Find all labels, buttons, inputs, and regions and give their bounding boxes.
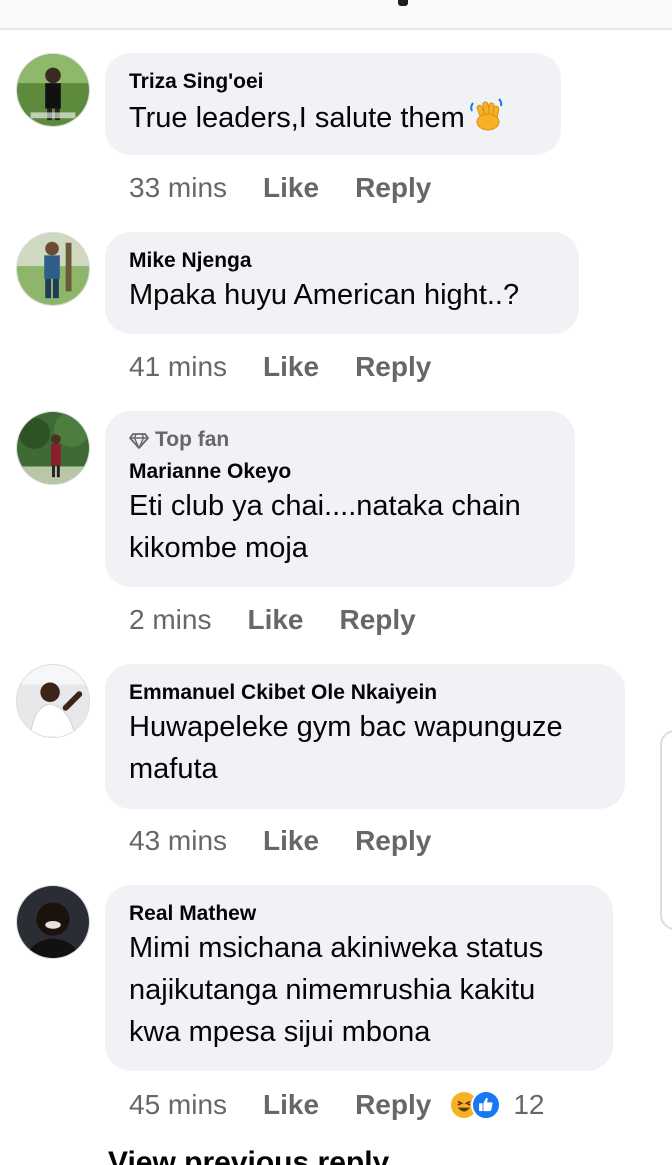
reply-button[interactable]: Reply — [355, 825, 431, 857]
avatar[interactable] — [16, 885, 90, 959]
floating-panel-edge — [660, 730, 672, 930]
reply-button[interactable]: Reply — [355, 1089, 431, 1121]
comment-bubble[interactable]: Real Mathew Mimi msichana akiniweka stat… — [105, 885, 613, 1071]
like-button[interactable]: Like — [247, 604, 303, 636]
comment-time[interactable]: 2 mins — [129, 604, 211, 636]
view-previous-reply-link[interactable]: View previous reply — [108, 1146, 389, 1165]
comment-bubble[interactable]: Triza Sing'oei True leaders,I salute the… — [105, 53, 561, 155]
comment-bubble[interactable]: Mike Njenga Mpaka huyu American hight..? — [105, 232, 579, 334]
comment-bubble[interactable]: Emmanuel Ckibet Ole Nkaiyein Huwapeleke … — [105, 664, 625, 809]
avatar[interactable] — [16, 232, 90, 306]
like-button[interactable]: Like — [263, 351, 319, 383]
comment-text-line: Eti club ya chai....nataka chain — [129, 490, 521, 522]
comment-text-body: True leaders,I salute them — [129, 102, 465, 134]
comment-text: Mpaka huyu American hight..? — [129, 279, 520, 311]
waving-hand-icon — [470, 98, 503, 131]
reply-button[interactable]: Reply — [355, 172, 431, 204]
comment-text-line: kikombe moja — [129, 532, 308, 564]
reply-button[interactable]: Reply — [340, 604, 416, 636]
avatar[interactable] — [16, 664, 90, 738]
top-header-strip — [0, 0, 672, 30]
comment-text: True leaders,I salute them — [129, 95, 537, 139]
like-button[interactable]: Like — [263, 825, 319, 857]
comment-actions: 43 mins Like Reply — [129, 821, 431, 861]
comment-author[interactable]: Mike Njenga — [129, 248, 555, 274]
like-reaction-icon — [471, 1090, 502, 1120]
top-fan-badge: Top fan — [129, 427, 551, 453]
comment-time[interactable]: 43 mins — [129, 825, 227, 857]
avatar[interactable] — [16, 411, 90, 485]
comment-actions: 41 mins Like Reply — [129, 347, 431, 387]
diamond-icon — [129, 433, 149, 449]
comment-actions: 2 mins Like Reply — [129, 600, 416, 640]
comment-author[interactable]: Triza Sing'oei — [129, 69, 537, 95]
comment-text-line: najikutanga nimemrushia kakitu — [129, 974, 536, 1006]
comment-time[interactable]: 41 mins — [129, 351, 227, 383]
like-button[interactable]: Like — [263, 1089, 319, 1121]
reply-button[interactable]: Reply — [355, 351, 431, 383]
comment-time[interactable]: 33 mins — [129, 172, 227, 204]
comment-text-line: kwa mpesa sijui mbona — [129, 1016, 431, 1048]
comment-actions: 33 mins Like Reply — [129, 168, 431, 208]
comment-author[interactable]: Real Mathew — [129, 901, 589, 927]
comment-time[interactable]: 45 mins — [129, 1089, 227, 1121]
reaction-count: 12 — [513, 1089, 545, 1120]
comment-actions: 45 mins Like Reply 12 — [129, 1085, 544, 1125]
like-button[interactable]: Like — [263, 172, 319, 204]
comment-text-line: Huwapeleke gym bac wapunguze — [129, 711, 563, 743]
comment-author[interactable]: Marianne Okeyo — [129, 459, 551, 485]
comment-bubble[interactable]: Top fan Marianne Okeyo Eti club ya chai.… — [105, 411, 575, 587]
comment-text-line: mafuta — [129, 753, 218, 785]
header-text-fragment — [398, 0, 408, 6]
reaction-summary[interactable]: 12 — [449, 1089, 544, 1121]
comment-author[interactable]: Emmanuel Ckibet Ole Nkaiyein — [129, 680, 601, 706]
top-fan-label: Top fan — [155, 428, 230, 451]
avatar[interactable] — [16, 53, 90, 127]
comment-text-line: Mimi msichana akiniweka status — [129, 932, 544, 964]
